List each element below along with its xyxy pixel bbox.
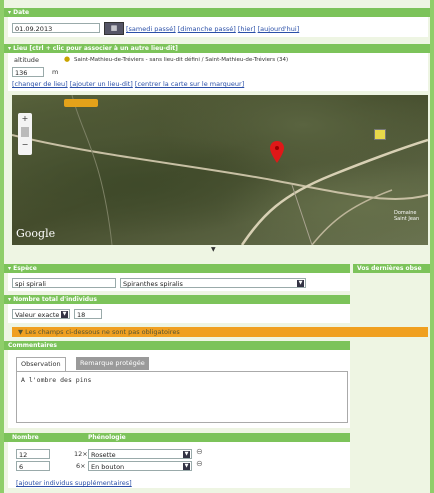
count-number-input[interactable]: 18 [74, 309, 102, 319]
zoom-out-icon[interactable]: − [18, 139, 32, 151]
comment-text: A l'ombre des pins [21, 376, 92, 384]
optional-fields-notice[interactable]: ▼ Les champs ci-dessous ne sont pas obli… [12, 327, 428, 337]
altitude-input[interactable]: 136 [12, 67, 44, 77]
chevron-down-icon: ▼ [297, 280, 304, 287]
stages-header: Nombre Phénologie [4, 433, 350, 442]
stage-count-input-1[interactable]: 12 [16, 449, 50, 459]
link-change-place[interactable]: [changer de lieu] [12, 80, 68, 88]
species-select[interactable]: Spiranthes spiralis ▼ [120, 278, 306, 288]
zoom-in-icon[interactable]: + [18, 113, 32, 125]
stage-unit-1: 12× [74, 450, 88, 458]
stage-select-value-1: Rosette [91, 451, 116, 459]
comments-header: Commentaires [4, 341, 350, 350]
tab-observation[interactable]: Observation [16, 357, 66, 371]
date-header: ▾ Date [4, 8, 430, 17]
observation-form: ▾ Date 01.09.2013 ▦ [samedi passé] [dima… [4, 0, 430, 493]
link-last-saturday[interactable]: [samedi passé] [126, 25, 176, 33]
tab-protected-remark[interactable]: Remarque protégée [76, 357, 149, 370]
date-input[interactable]: 01.09.2013 [12, 23, 100, 33]
calendar-icon: ▦ [110, 24, 118, 32]
road-shield-badge [64, 99, 98, 107]
place-text: Saint-Mathieu-de-Tréviers - sans lieu-di… [74, 57, 289, 63]
link-last-sunday[interactable]: [dimanche passé] [178, 25, 236, 33]
marker-icon[interactable] [270, 141, 284, 165]
google-logo: Google [16, 227, 56, 240]
stage-count-input-2[interactable]: 6 [16, 461, 50, 471]
zoom-control[interactable]: + − [18, 113, 32, 155]
zoom-slider[interactable] [21, 127, 29, 137]
add-individuals-link[interactable]: [ajouter individus supplémentaires] [16, 479, 132, 487]
map-roads [12, 95, 428, 245]
comment-textarea[interactable]: A l'ombre des pins [16, 371, 348, 423]
count-type-value: Valeur exacte [15, 311, 60, 319]
count-header: ▾ Nombre total d'individus [4, 295, 350, 304]
chevron-down-icon: ▼ [61, 311, 68, 318]
date-shortcuts: [samedi passé] [dimanche passé] [hier] [… [126, 25, 299, 33]
map-view[interactable]: + − Domaine Saint Jean Google [12, 95, 428, 245]
link-yesterday[interactable]: [hier] [238, 25, 256, 33]
altitude-unit: m [52, 68, 59, 76]
link-today[interactable]: [aujourd'hui] [258, 25, 300, 33]
species-search-input[interactable]: spi spirali [12, 278, 116, 288]
remove-row-icon[interactable]: ⊖ [196, 447, 203, 456]
stage-select-value-2: En bouton [91, 463, 125, 471]
link-add-locality[interactable]: [ajouter un lieu-dit] [70, 80, 133, 88]
calendar-button[interactable]: ▦ [104, 22, 124, 35]
link-center-map[interactable]: [centrer la carte sur le marqueur] [135, 80, 244, 88]
species-select-value: Spiranthes spiralis [123, 280, 183, 288]
location-pin-icon: ● [64, 55, 71, 63]
stage-select-2[interactable]: En bouton ▼ [88, 461, 192, 471]
stage-select-1[interactable]: Rosette ▼ [88, 449, 192, 459]
recent-observations-header: Vos dernières obse [353, 264, 430, 273]
location-header: ▾ Lieu [ctrl + clic pour associer à un a… [4, 44, 430, 53]
stage-unit-2: 6× [76, 462, 86, 470]
location-links: [changer de lieu] [ajouter un lieu-dit] … [12, 80, 244, 88]
chevron-down-icon: ▼ [183, 451, 190, 458]
map-resize-icon[interactable]: ▼ [211, 246, 216, 253]
species-header: ▾ Espèce [4, 264, 350, 273]
chevron-down-icon: ▼ [183, 463, 190, 470]
road-number-badge [374, 129, 386, 140]
altitude-label: altitude [14, 56, 39, 64]
map-place-label: Domaine Saint Jean [394, 210, 420, 222]
count-type-select[interactable]: Valeur exacte ▼ [12, 309, 70, 319]
remove-row-icon[interactable]: ⊖ [196, 459, 203, 468]
